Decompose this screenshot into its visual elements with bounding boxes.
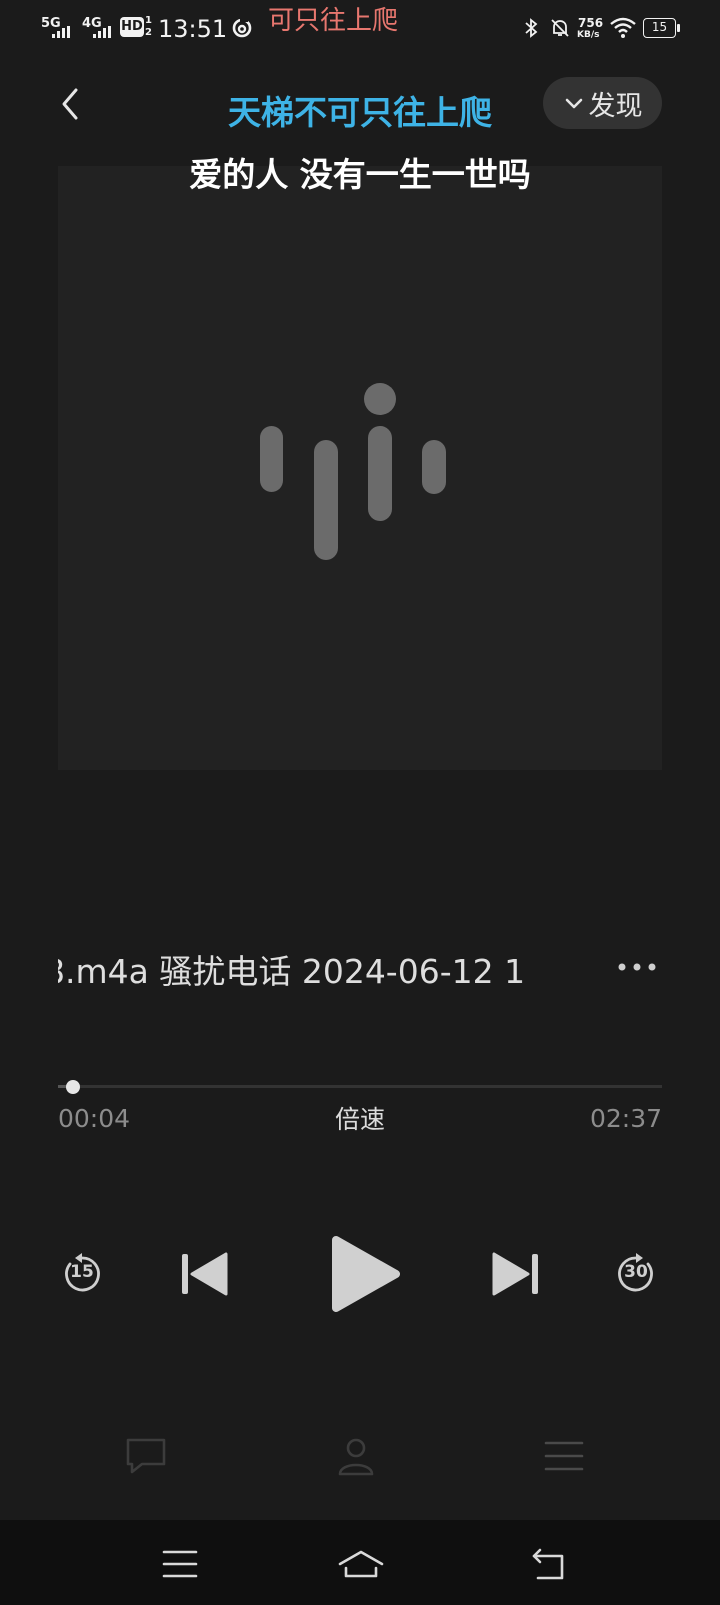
playlist-tab[interactable] — [540, 1432, 588, 1480]
progress-bar[interactable] — [58, 1085, 662, 1088]
next-track-button[interactable] — [490, 1250, 540, 1298]
song-title: 天梯不可只往上爬 — [228, 93, 492, 132]
battery-indicator: 15 — [643, 18, 676, 38]
cover-art — [58, 166, 662, 770]
forward-seconds-label: 30 — [624, 1262, 648, 1282]
play-button[interactable] — [330, 1234, 402, 1314]
wifi-icon — [610, 17, 636, 38]
hd-sub-top: 1 — [145, 15, 152, 26]
comments-tab[interactable] — [122, 1432, 170, 1480]
forward-30-button[interactable]: 30 — [614, 1252, 658, 1296]
network-speed-unit: KB/s — [577, 30, 600, 40]
signal-icon — [52, 26, 70, 38]
battery-tip — [677, 24, 680, 32]
rewind-15-button[interactable]: 15 — [60, 1252, 104, 1296]
hd-sub-bottom: 2 — [145, 27, 152, 38]
mute-bell-icon — [551, 19, 569, 37]
netease-music-icon — [232, 17, 252, 38]
file-name: 8.m4a 骚扰电话 2024-06-12 1 — [58, 952, 526, 991]
system-back-button[interactable] — [528, 1544, 572, 1584]
profile-tab[interactable] — [332, 1432, 380, 1480]
hd-badge: HD — [120, 17, 144, 37]
rewind-seconds-label: 15 — [70, 1262, 94, 1282]
current-time: 00:04 — [58, 1104, 131, 1133]
file-name-marquee: 8.m4a 骚扰电话 2024-06-12 1 — [58, 950, 558, 998]
current-lyric-line: 爱的人 没有一生一世吗 — [189, 155, 531, 194]
status-lyric-ticker: 可只往上爬 — [268, 6, 399, 36]
audio-waveform-icon — [260, 383, 446, 560]
recent-apps-button[interactable] — [158, 1544, 202, 1584]
more-options-button[interactable] — [616, 952, 662, 982]
progress-handle[interactable] — [66, 1080, 81, 1094]
previous-track-button[interactable] — [180, 1250, 230, 1298]
signal-icon-2 — [93, 26, 111, 38]
status-bar: 5G 4G HD 1 2 13:51 可只往上爬 756 KB/s 15 — [0, 0, 720, 52]
home-button[interactable] — [336, 1544, 386, 1584]
status-time: 13:51 — [158, 15, 228, 43]
total-time: 02:37 — [589, 1104, 662, 1133]
network-speed-value: 756 — [578, 16, 604, 30]
bluetooth-icon — [525, 18, 538, 38]
playback-speed-button[interactable]: 倍速 — [310, 1107, 410, 1132]
